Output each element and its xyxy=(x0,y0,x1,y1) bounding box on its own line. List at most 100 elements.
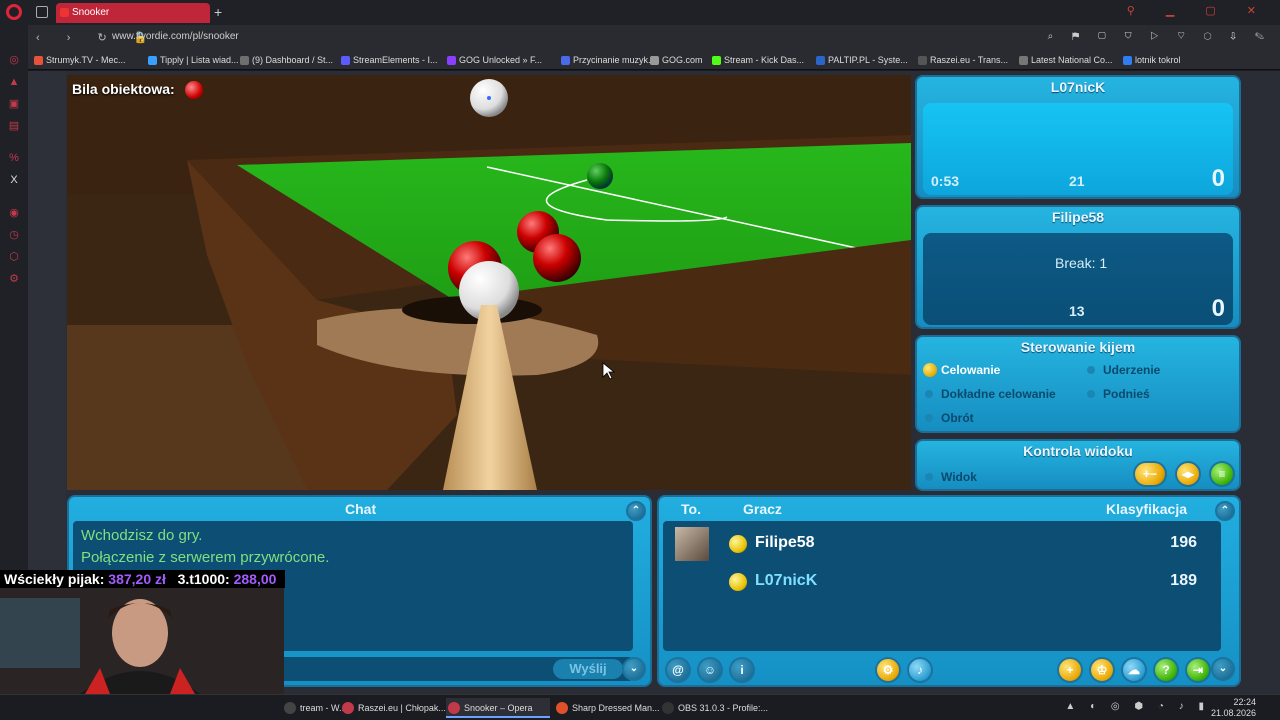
aria-icon[interactable]: ◎ xyxy=(6,52,22,68)
player1-frame-score: 0 xyxy=(1211,165,1225,192)
bookmark-item[interactable]: PALTIP.PL - Syste... xyxy=(816,53,908,67)
x-icon[interactable]: X xyxy=(6,172,22,188)
bookmark-item[interactable]: GOG Unlocked » F... xyxy=(447,53,542,67)
opera-logo-icon[interactable] xyxy=(6,4,22,20)
aim-radio-icon[interactable] xyxy=(923,363,937,377)
ranking-player-name: Filipe58 xyxy=(755,534,815,551)
player2-break: Break: 1 xyxy=(1055,255,1108,271)
donor-name-2: 3.t1000: xyxy=(177,571,230,587)
cue-control-panel: Sterowanie kijem Celowanie Uderzenie Dok… xyxy=(915,335,1241,433)
taskbar-item[interactable]: Sharp Dressed Man... xyxy=(554,698,660,718)
help-icon[interactable]: ? xyxy=(1153,657,1179,683)
spin-option[interactable]: Obrót xyxy=(941,411,974,425)
strike-radio-icon[interactable] xyxy=(1087,366,1095,374)
info-icon[interactable]: i xyxy=(729,657,755,683)
address-toolbar-icons[interactable]: ⌕ ⚑ ▢ ⛉ ▷ ♡ ⬡ ⇩ ✎ xyxy=(1048,31,1272,42)
bookmark-item[interactable]: Tipply | Lista wiad... xyxy=(148,53,239,67)
ranking-player-score: 189 xyxy=(1170,572,1197,589)
table-view-icon[interactable]: ≡ xyxy=(1209,461,1235,487)
taskbar-item[interactable]: OBS 31.0.3 - Profile:... xyxy=(660,698,768,718)
player1-score-box: 0:53 21 0 xyxy=(923,103,1233,195)
ranking-collapse-icon[interactable]: ⌃ xyxy=(1215,501,1235,521)
fine-aim-option[interactable]: Dokładne celowanie xyxy=(941,387,1056,401)
col-header-rank: Klasyfikacja xyxy=(1106,501,1187,517)
tab-menu-icon[interactable] xyxy=(36,6,48,18)
invite-icon[interactable]: @ xyxy=(665,657,691,683)
chat-expand-icon[interactable]: ⌄ xyxy=(622,657,646,681)
twitch-icon[interactable]: ▣ xyxy=(6,96,22,112)
settings-icon[interactable]: ⚙ xyxy=(875,657,901,683)
raise-option[interactable]: Podnieś xyxy=(1103,387,1150,401)
donation-ticker: Wściekły pijak: 387,20 zł 3.t1000: 288,0… xyxy=(0,570,285,588)
raise-radio-icon[interactable] xyxy=(1087,390,1095,398)
col-header-to: To. xyxy=(681,501,701,517)
donation-amount-1: 387,20 zł xyxy=(108,571,166,587)
view-option[interactable]: Widok xyxy=(941,470,977,484)
percent-icon[interactable]: % xyxy=(6,150,22,166)
col-header-player: Gracz xyxy=(743,501,782,517)
system-tray-icons[interactable]: ▲ ◐ ◎ ⬢ ◔ ♪ ▮ xyxy=(1065,701,1210,712)
view-control-panel: Kontrola widoku Widok +− ◂▸ ≡ xyxy=(915,439,1241,491)
ranking-expand-icon[interactable]: ⌄ xyxy=(1211,657,1235,681)
spin-radio-icon[interactable] xyxy=(925,414,933,422)
chat-send-button[interactable]: Wyślij xyxy=(553,659,623,679)
wallet-icon[interactable]: ▤ xyxy=(6,118,22,134)
trophy-icon[interactable]: ♔ xyxy=(1089,657,1115,683)
clock-date: 21.08.2026 xyxy=(1210,708,1256,718)
bookmark-item[interactable]: (9) Dashboard / St... xyxy=(240,53,333,67)
aim-option[interactable]: Celowanie xyxy=(941,363,1000,377)
chat-collapse-icon[interactable]: ⌃ xyxy=(626,501,646,521)
player-rank-ball-icon xyxy=(729,535,747,553)
system-clock[interactable]: 22:24 21.08.2026 xyxy=(1211,697,1256,719)
history-icon[interactable]: ◷ xyxy=(6,227,22,243)
taskbar: tream - W... Raszei.eu | Chłopak... Snooke… xyxy=(0,694,1280,720)
object-ball-red-icon xyxy=(185,81,203,99)
ranking-player-score: 196 xyxy=(1170,534,1197,551)
clock-time: 22:24 xyxy=(1233,697,1256,707)
player1-points: 21 xyxy=(1069,173,1085,189)
fine-aim-radio-icon[interactable] xyxy=(925,390,933,398)
address-bar: ‹ › ↻ 🔒 www.flyordie.com/pl/snooker ⌕ ⚑ … xyxy=(28,25,1280,50)
cue-control-title: Sterowanie kijem xyxy=(1020,339,1136,355)
view-radio-icon[interactable] xyxy=(925,473,933,481)
player1-name: L07nicK xyxy=(1050,79,1106,95)
bookmark-item[interactable]: Stream - Kick Das... xyxy=(712,53,804,67)
taskbar-item[interactable]: Raszei.eu | Chłopak... xyxy=(340,698,446,718)
tab-snooker[interactable]: Snooker xyxy=(56,3,210,23)
extensions-icon[interactable]: ⬡ xyxy=(6,249,22,265)
strike-option[interactable]: Uderzenie xyxy=(1103,363,1160,377)
profile-icon[interactable]: ☺ xyxy=(697,657,723,683)
shopping-icon[interactable]: ▲ xyxy=(6,74,22,90)
bookmark-item[interactable]: StreamElements - I... xyxy=(341,53,438,67)
game-view[interactable]: Bila obiektowa: xyxy=(67,75,911,490)
chat-bubbles-icon[interactable]: ☁ xyxy=(1121,657,1147,683)
ranking-row[interactable]: Filipe58 196 xyxy=(669,525,1215,563)
bookmark-item[interactable]: GOG.com xyxy=(650,53,703,67)
bookmark-item[interactable]: Strumyk.TV - Mec... xyxy=(34,53,126,67)
settings-icon[interactable]: ⚙ xyxy=(6,271,22,287)
sound-icon[interactable]: ♪ xyxy=(907,657,933,683)
url-field[interactable]: www.flyordie.com/pl/snooker xyxy=(112,31,239,42)
bookmark-item[interactable]: lotnik tokrol xyxy=(1123,53,1181,67)
bookmark-item[interactable]: Latest National Co... xyxy=(1019,53,1113,67)
rotate-view-icon[interactable]: ◂▸ xyxy=(1175,461,1201,487)
new-tab-icon[interactable]: + xyxy=(214,3,222,21)
chat-message: Wchodzisz do gry. xyxy=(81,527,203,544)
zoom-icon[interactable]: +− xyxy=(1133,461,1167,487)
ranking-list: Filipe58 196 L07nicK 189 xyxy=(663,521,1221,651)
exit-icon[interactable]: ⇥ xyxy=(1185,657,1211,683)
ranking-row[interactable]: L07nicK 189 xyxy=(669,563,1215,601)
player2-score-box: Break: 1 13 0 xyxy=(923,233,1233,325)
taskbar-item[interactable]: Snooker – Opera xyxy=(446,698,550,718)
tab-bar: Snooker + ⚲ ▁ ▢ ✕ xyxy=(28,0,1280,25)
window-controls[interactable]: ⚲ ▁ ▢ ✕ xyxy=(1127,4,1270,17)
view-control-title: Kontrola widoku xyxy=(1023,443,1133,459)
object-ball-label: Bila obiektowa: xyxy=(72,81,175,97)
ranking-player-name: L07nicK xyxy=(755,572,818,589)
add-friend-icon[interactable]: + xyxy=(1057,657,1083,683)
snooker-table-scene[interactable] xyxy=(67,75,911,490)
player-icon[interactable]: ◉ xyxy=(6,205,22,221)
bookmark-item[interactable]: Przycinanie muzyk... xyxy=(561,53,656,67)
bookmarks-bar: Strumyk.TV - Mec... Tipply | Lista wiad..… xyxy=(28,50,1280,70)
bookmark-item[interactable]: Raszei.eu - Trans... xyxy=(918,53,1008,67)
